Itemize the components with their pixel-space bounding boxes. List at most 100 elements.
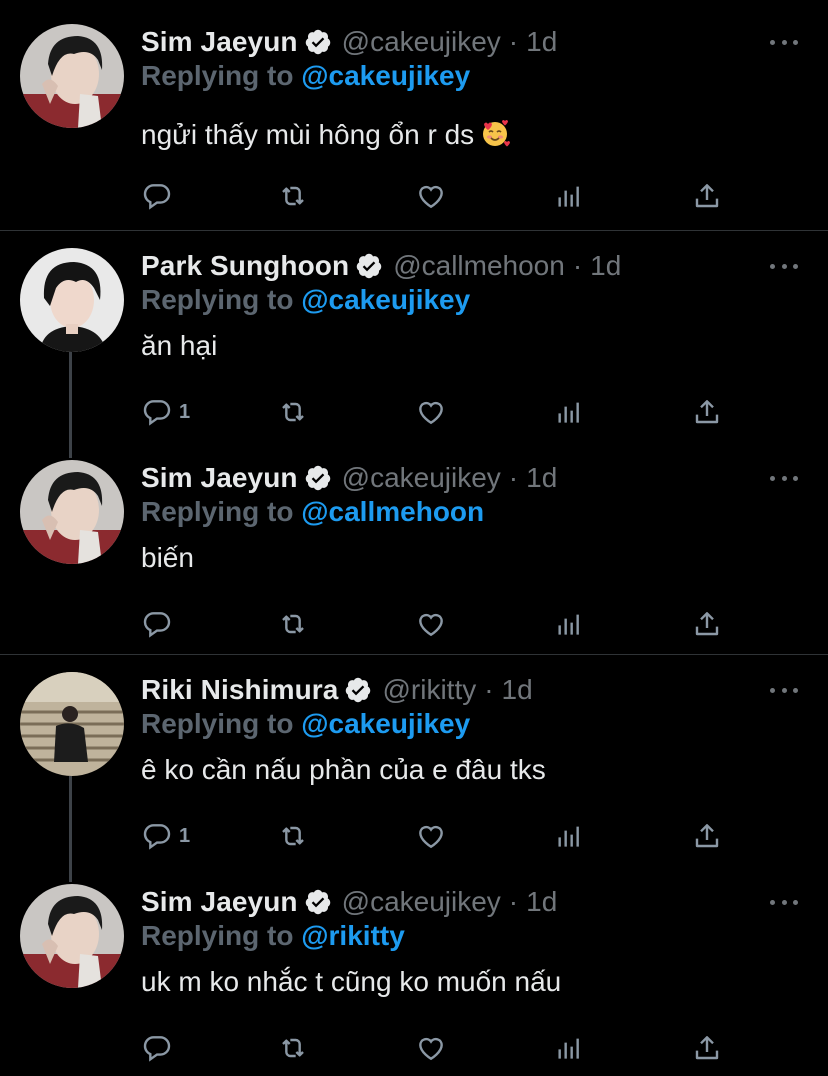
tweet-actions bbox=[141, 606, 741, 642]
share-button[interactable] bbox=[691, 606, 723, 642]
verified-badge-icon bbox=[304, 28, 332, 56]
reply-button[interactable]: 1 bbox=[141, 818, 190, 854]
author-name[interactable]: Sim Jaeyun bbox=[141, 886, 298, 918]
author-name[interactable]: Riki Nishimura bbox=[141, 674, 338, 706]
retweet-button[interactable] bbox=[277, 394, 309, 430]
avatar-image bbox=[20, 460, 124, 564]
reply-count: 1 bbox=[179, 824, 191, 847]
divider bbox=[0, 230, 828, 231]
timestamp[interactable]: 1d bbox=[526, 886, 557, 918]
analytics-button[interactable] bbox=[553, 178, 585, 214]
analytics-icon bbox=[558, 402, 579, 423]
timestamp[interactable]: 1d bbox=[526, 26, 557, 58]
analytics-button[interactable] bbox=[553, 394, 585, 430]
thread-line bbox=[69, 352, 72, 458]
like-button[interactable] bbox=[415, 394, 447, 430]
replying-to-link[interactable]: @cakeujikey bbox=[301, 284, 470, 315]
tweet-text: ngửi thấy mùi hông ổn r ds bbox=[141, 118, 511, 151]
author-handle[interactable]: @cakeujikey bbox=[342, 26, 501, 58]
share-icon bbox=[695, 400, 719, 424]
retweet-icon bbox=[282, 402, 304, 422]
analytics-button[interactable] bbox=[553, 1030, 585, 1066]
author-handle[interactable]: @rikitty bbox=[382, 674, 476, 706]
retweet-button[interactable] bbox=[277, 178, 309, 214]
share-icon bbox=[695, 1036, 719, 1060]
reply-icon bbox=[143, 1036, 171, 1062]
tweet-actions bbox=[141, 1030, 741, 1066]
tweet-text: uk m ko nhắc t cũng ko muốn nấu bbox=[141, 966, 562, 997]
tweet-actions: 1 bbox=[141, 818, 741, 854]
reply-button[interactable] bbox=[141, 178, 179, 214]
share-button[interactable] bbox=[691, 818, 723, 854]
more-icon[interactable] bbox=[770, 252, 798, 280]
heart-icon bbox=[419, 613, 443, 637]
avatar[interactable] bbox=[20, 460, 124, 564]
reply-button[interactable]: 1 bbox=[141, 394, 190, 430]
heart-icon bbox=[419, 825, 443, 849]
avatar-image bbox=[20, 248, 124, 352]
thread-line bbox=[69, 776, 72, 882]
reply-icon bbox=[143, 612, 171, 638]
timestamp[interactable]: 1d bbox=[526, 462, 557, 494]
author-name[interactable]: Sim Jaeyun bbox=[141, 26, 298, 58]
like-button[interactable] bbox=[415, 178, 447, 214]
heart-icon bbox=[419, 401, 443, 425]
analytics-button[interactable] bbox=[553, 818, 585, 854]
reply-icon bbox=[143, 184, 171, 210]
reply-button[interactable] bbox=[141, 1030, 179, 1066]
tweet-actions bbox=[141, 178, 741, 214]
replying-to: Replying to @rikitty bbox=[141, 920, 405, 952]
replying-to: Replying to @cakeujikey bbox=[141, 284, 470, 316]
separator: · bbox=[508, 462, 519, 493]
tweet-actions: 1 bbox=[141, 394, 741, 430]
divider bbox=[0, 654, 828, 655]
avatar[interactable] bbox=[20, 672, 124, 776]
replying-to-label: Replying to bbox=[141, 496, 294, 527]
retweet-button[interactable] bbox=[277, 606, 309, 642]
author-handle[interactable]: @cakeujikey bbox=[342, 462, 501, 494]
replying-to-link[interactable]: @cakeujikey bbox=[301, 60, 470, 91]
retweet-button[interactable] bbox=[277, 818, 309, 854]
like-button[interactable] bbox=[415, 1030, 447, 1066]
share-button[interactable] bbox=[691, 394, 723, 430]
replying-to-label: Replying to bbox=[141, 920, 294, 951]
replying-to: Replying to @callmehoon bbox=[141, 496, 484, 528]
more-icon[interactable] bbox=[770, 676, 798, 704]
replying-to-label: Replying to bbox=[141, 284, 294, 315]
replying-to-link[interactable]: @rikitty bbox=[301, 920, 405, 951]
separator: · bbox=[508, 26, 519, 57]
separator: · bbox=[484, 674, 494, 705]
like-button[interactable] bbox=[415, 606, 447, 642]
avatar[interactable] bbox=[20, 24, 124, 128]
analytics-icon bbox=[558, 614, 579, 635]
like-button[interactable] bbox=[415, 818, 447, 854]
avatar-image bbox=[20, 672, 124, 776]
verified-badge-icon bbox=[304, 464, 332, 492]
author-handle[interactable]: @callmehoon bbox=[393, 250, 565, 282]
replying-to-link[interactable]: @cakeujikey bbox=[301, 708, 470, 739]
timestamp[interactable]: 1d bbox=[502, 674, 533, 706]
replying-to: Replying to @cakeujikey bbox=[141, 708, 470, 740]
share-button[interactable] bbox=[691, 1030, 723, 1066]
replying-to-label: Replying to bbox=[141, 60, 294, 91]
more-icon[interactable] bbox=[770, 28, 798, 56]
more-icon[interactable] bbox=[770, 464, 798, 492]
share-button[interactable] bbox=[691, 178, 723, 214]
share-icon bbox=[695, 612, 719, 636]
reply-button[interactable] bbox=[141, 606, 179, 642]
analytics-button[interactable] bbox=[553, 606, 585, 642]
retweet-icon bbox=[282, 614, 304, 634]
author-name[interactable]: Sim Jaeyun bbox=[141, 462, 298, 494]
author-handle[interactable]: @cakeujikey bbox=[342, 886, 501, 918]
timestamp[interactable]: 1d bbox=[590, 250, 621, 282]
author-name[interactable]: Park Sunghoon bbox=[141, 250, 349, 282]
retweet-button[interactable] bbox=[277, 1030, 309, 1066]
more-icon[interactable] bbox=[770, 888, 798, 916]
share-icon bbox=[695, 824, 719, 848]
replying-to-link[interactable]: @callmehoon bbox=[301, 496, 484, 527]
retweet-icon bbox=[282, 826, 304, 846]
verified-badge-icon bbox=[304, 888, 332, 916]
heart-icon bbox=[419, 185, 443, 209]
avatar[interactable] bbox=[20, 248, 124, 352]
avatar[interactable] bbox=[20, 884, 124, 988]
